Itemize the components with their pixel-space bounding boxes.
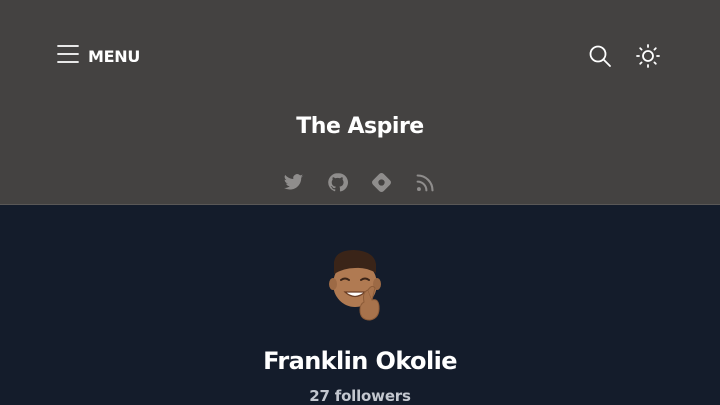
author-name[interactable]: Franklin Okolie <box>0 347 720 375</box>
search-button[interactable] <box>588 44 612 68</box>
rss-icon <box>416 174 434 192</box>
menu-button[interactable]: MENU <box>57 44 140 68</box>
twitter-icon <box>283 174 304 190</box>
theme-toggle-button[interactable] <box>636 44 660 68</box>
hashnode-icon <box>372 173 391 192</box>
rss-link[interactable] <box>415 172 436 193</box>
followers-count[interactable]: 27 followers <box>0 387 720 405</box>
github-link[interactable] <box>327 172 348 193</box>
menu-label: MENU <box>88 46 141 66</box>
hashnode-link[interactable] <box>371 172 392 193</box>
author-avatar[interactable] <box>322 246 388 326</box>
author-profile: Franklin Okolie 27 followers <box>0 206 720 405</box>
hamburger-icon <box>57 44 79 68</box>
github-icon <box>328 173 348 192</box>
sun-icon <box>636 44 660 68</box>
memoji-avatar-icon <box>329 250 381 321</box>
search-icon <box>589 45 611 67</box>
social-links <box>283 172 436 194</box>
site-title[interactable]: The Aspire <box>0 114 720 139</box>
blog-header: MENU The Aspire <box>0 0 720 205</box>
twitter-link[interactable] <box>283 172 304 193</box>
